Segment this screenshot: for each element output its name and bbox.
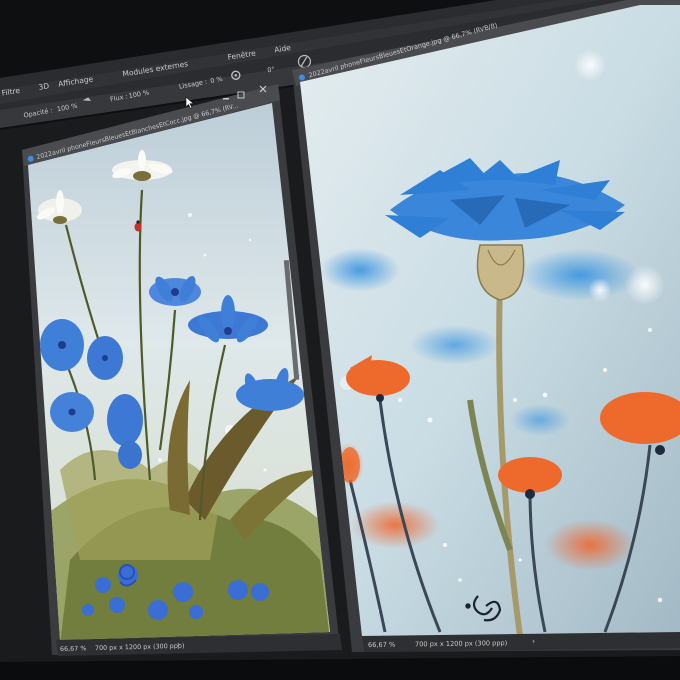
document-size-right: 700 px x 1200 px (300 ppp) — [415, 639, 507, 648]
status-arrow-icon-left[interactable]: › — [177, 640, 180, 649]
menu-item-1[interactable]: 3D — [38, 81, 50, 92]
photoshop-screen-photo: Filtre 3D AffichageModules externesFenêtre… — [0, 0, 680, 680]
status-arrow-icon-right[interactable]: › — [532, 637, 535, 646]
zoom-level-right[interactable]: 66,67 % — [368, 641, 395, 649]
document-window-right[interactable]: 2022avril phoneFleursBleuesEtOrange.jpg … — [290, 0, 680, 680]
zoom-level-left[interactable]: 66,67 % — [60, 644, 87, 653]
minimize-button-left[interactable] — [223, 98, 229, 100]
angle-value[interactable]: 0° — [267, 65, 276, 74]
